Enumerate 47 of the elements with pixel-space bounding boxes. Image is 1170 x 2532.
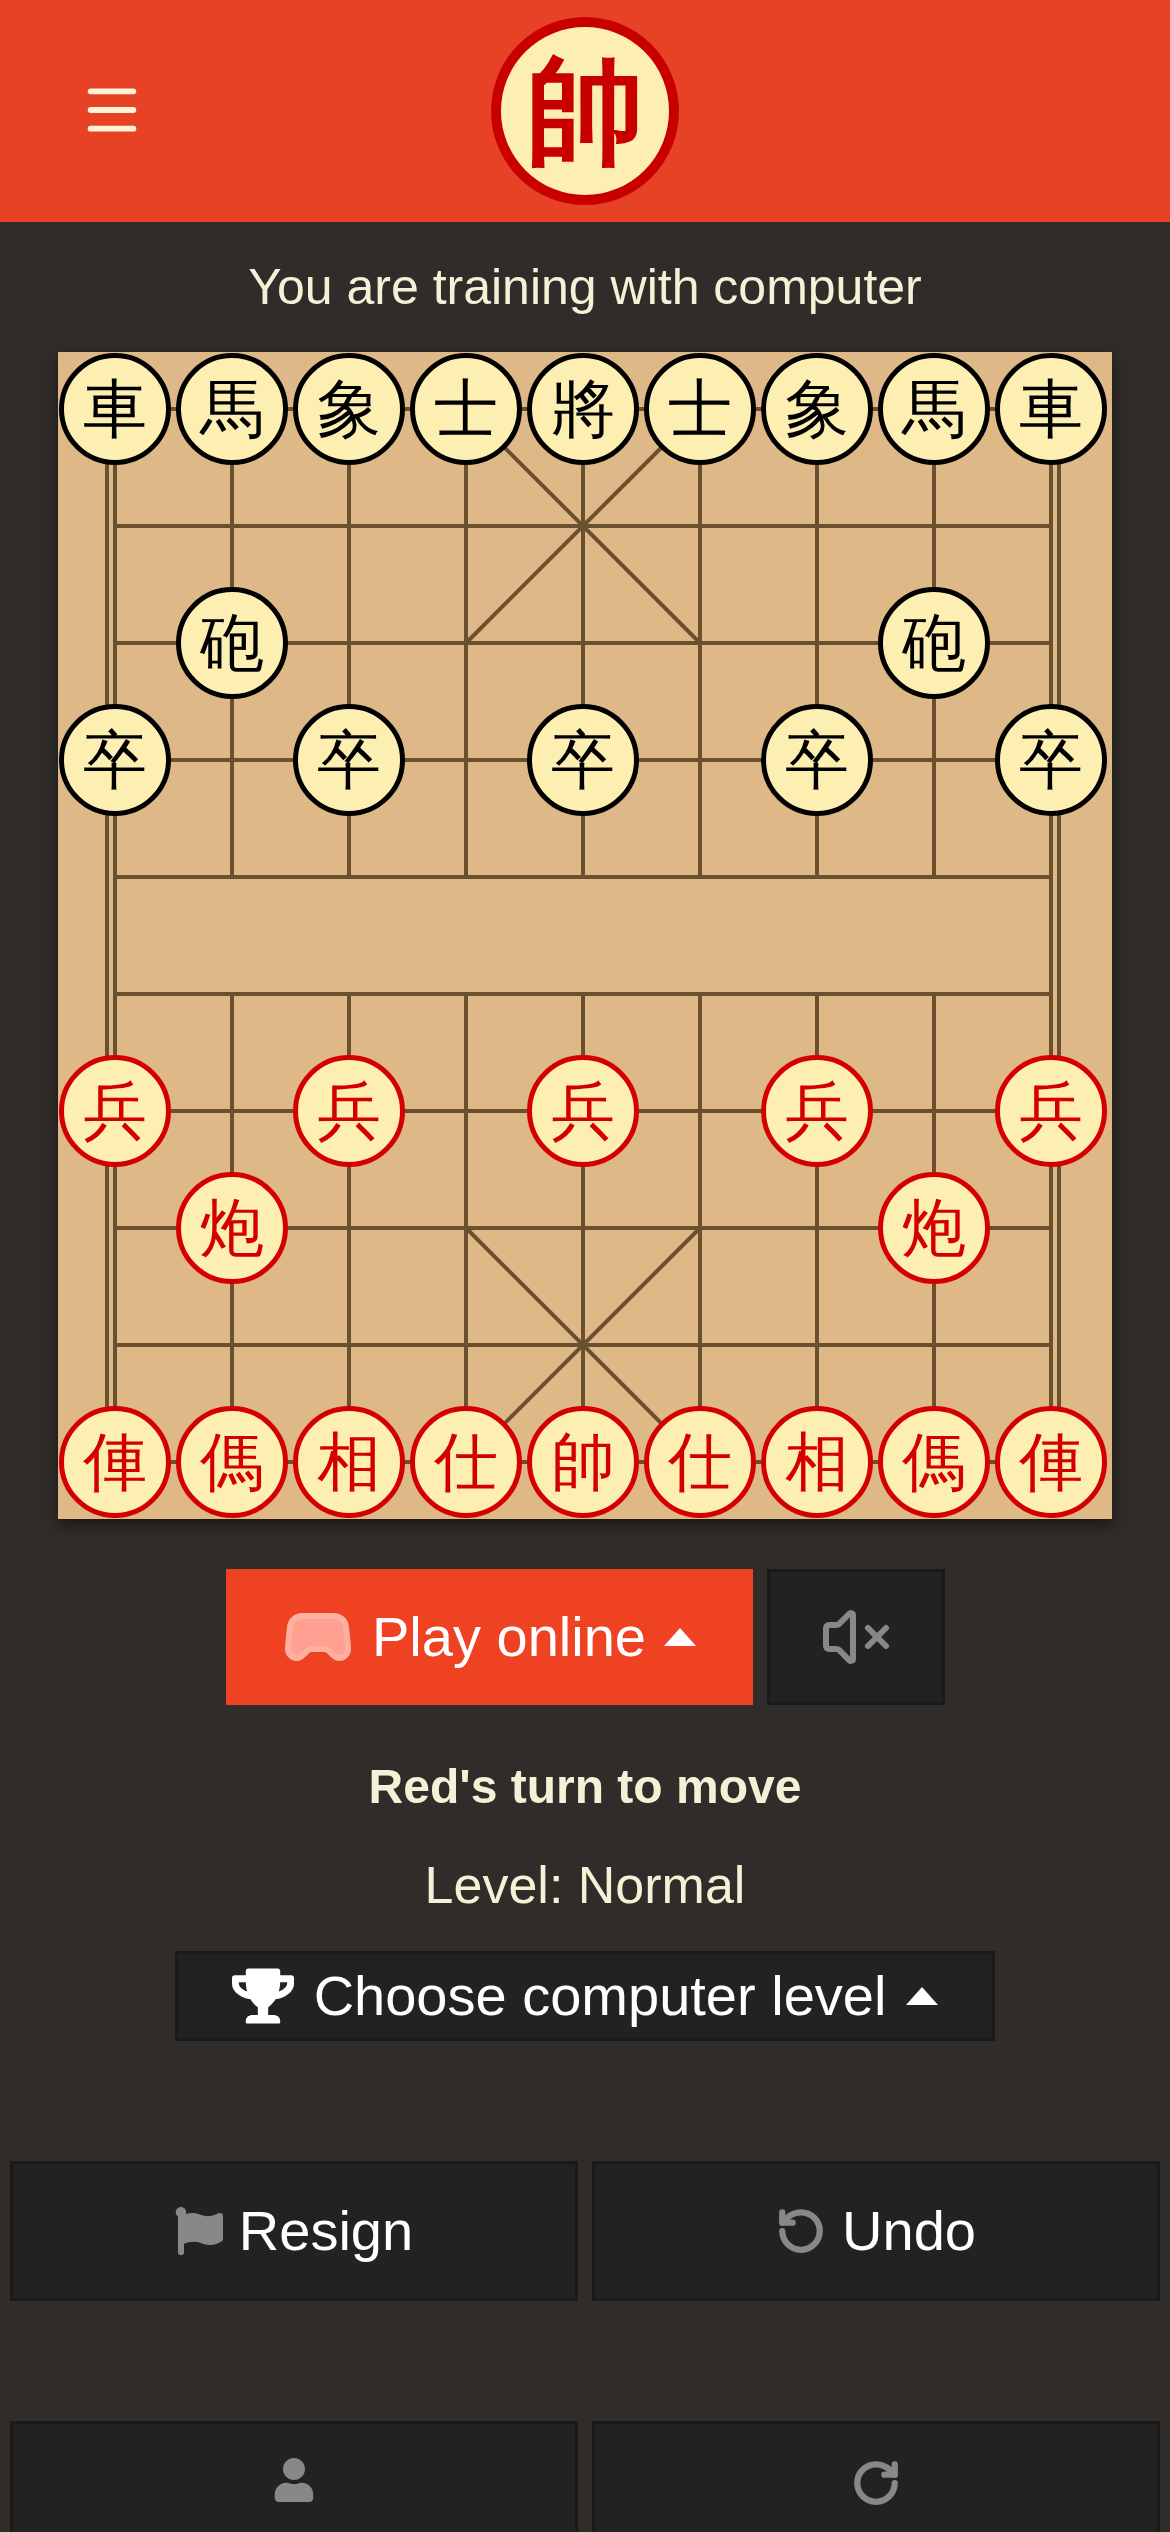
xiangqi-piece[interactable]: 卒 [527,704,639,816]
action-button[interactable]: Resign [10,2161,578,2301]
xiangqi-piece[interactable]: 相 [761,1406,873,1518]
xiangqi-piece[interactable]: 傌 [878,1406,990,1518]
person-icon [272,2458,316,2502]
xiangqi-piece[interactable]: 兵 [293,1055,405,1167]
xiangqi-piece[interactable]: 兵 [59,1055,171,1167]
trophy-icon [231,1965,294,2027]
xiangqi-piece[interactable]: 相 [293,1406,405,1518]
play-online-button[interactable]: Play online [225,1569,753,1705]
xiangqi-piece[interactable]: 兵 [527,1055,639,1167]
xiangqi-piece[interactable]: 俥 [995,1406,1107,1518]
action-button[interactable]: Undo [592,2161,1160,2301]
xiangqi-piece[interactable]: 卒 [995,704,1107,816]
xiangqi-piece[interactable]: 帥 [527,1406,639,1518]
xiangqi-piece[interactable]: 傌 [176,1406,288,1518]
xiangqi-piece[interactable]: 車 [995,353,1107,465]
xiangqi-piece[interactable]: 將 [527,353,639,465]
caret-up-icon [906,1987,939,2005]
caret-up-icon [664,1628,696,1646]
xiangqi-piece[interactable]: 兵 [995,1055,1107,1167]
xiangqi-piece[interactable]: 砲 [176,587,288,699]
xiangqi-piece[interactable]: 仕 [410,1406,522,1518]
xiangqi-piece[interactable]: 砲 [878,587,990,699]
restart-icon [851,2458,901,2508]
xiangqi-piece[interactable]: 卒 [59,704,171,816]
xiangqi-piece[interactable]: 炮 [176,1172,288,1284]
turn-status: Red's turn to move [368,1763,802,1811]
logo[interactable]: 帥 [491,17,679,205]
xiangqi-piece[interactable]: 卒 [293,704,405,816]
level-dropdown-button[interactable]: Choose computer level [175,1951,995,2041]
xiangqi-piece[interactable]: 卒 [761,704,873,816]
xiangqi-piece[interactable]: 兵 [761,1055,873,1167]
xiangqi-piece[interactable]: 車 [59,353,171,465]
sound-button[interactable] [766,1569,945,1705]
xiangqi-piece[interactable]: 馬 [176,353,288,465]
level-text: Level: Normal [424,1859,746,1911]
xiangqi-piece[interactable]: 仕 [644,1406,756,1518]
xiangqi-piece[interactable]: 士 [410,353,522,465]
subtitle: You are training with computer [248,262,922,312]
xiangqi-piece[interactable]: 象 [761,353,873,465]
xiangqi-piece[interactable]: 馬 [878,353,990,465]
xiangqi-piece[interactable]: 炮 [878,1172,990,1284]
xiangqi-piece[interactable]: 俥 [59,1406,171,1518]
xiangqi-piece[interactable]: 士 [644,353,756,465]
flag-icon [174,2207,223,2255]
xiangqi-piece[interactable]: 象 [293,353,405,465]
